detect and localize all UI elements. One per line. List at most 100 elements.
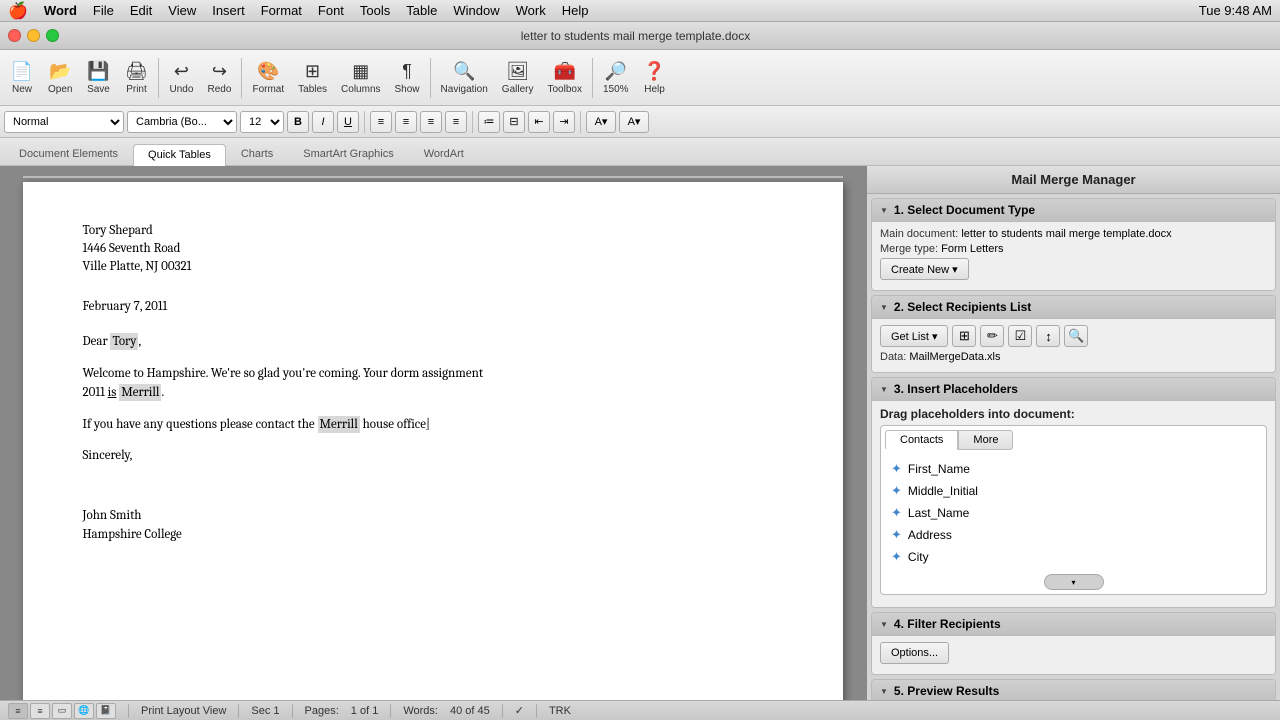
minimize-button[interactable] [27, 29, 40, 42]
placeholder-address[interactable]: ✦ Address [885, 524, 1262, 546]
placeholder-last-name[interactable]: ✦ Last_Name [885, 502, 1262, 524]
menu-view[interactable]: View [168, 3, 196, 18]
justify-button[interactable]: ≡ [445, 111, 467, 133]
menu-table[interactable]: Table [406, 3, 437, 18]
document-page[interactable]: Tory Shepard 1446 Seventh Road Ville Pla… [23, 182, 843, 700]
doc-greeting: Dear Tory, [83, 332, 783, 352]
indent-button[interactable]: ⇥ [553, 111, 575, 133]
menu-insert[interactable]: Insert [212, 3, 245, 18]
menu-font[interactable]: Font [318, 3, 344, 18]
mm-section-3-title: 3. Insert Placeholders [894, 382, 1018, 396]
recipients-grid-button[interactable]: ⊞ [952, 325, 976, 347]
get-list-row: Get List ▾ ⊞ ✏ ☑ ↕ 🔍 [880, 325, 1267, 347]
get-list-button[interactable]: Get List ▾ [880, 325, 948, 347]
menu-tools[interactable]: Tools [360, 3, 390, 18]
menu-work[interactable]: Work [516, 3, 546, 18]
print-button[interactable]: 🖨 Print [118, 54, 154, 102]
recipients-edit-button[interactable]: ✏ [980, 325, 1004, 347]
main-content-area: 1 1 2 3 4 5 6 Tory Shepard 1446 Seventh … [0, 166, 1280, 700]
options-button[interactable]: Options... [880, 642, 949, 664]
zoom-value: 150% [603, 84, 629, 95]
tab-wordart[interactable]: WordArt [409, 143, 479, 165]
columns-button[interactable]: ▦ Columns [335, 54, 386, 102]
gallery-button[interactable]: 🖼 Gallery [496, 54, 540, 102]
align-right-button[interactable]: ≡ [420, 111, 442, 133]
track-changes-label: TRK [549, 705, 571, 717]
show-button[interactable]: ¶ Show [389, 54, 426, 102]
mm-section-3-header[interactable]: ▼ 3. Insert Placeholders [872, 378, 1275, 401]
tab-charts[interactable]: Charts [226, 143, 288, 165]
navigation-button[interactable]: 🔍 Navigation [435, 54, 494, 102]
style-select[interactable]: Normal [4, 111, 124, 133]
redo-button[interactable]: ↪ Redo [201, 54, 237, 102]
bold-button[interactable]: B [287, 111, 309, 133]
undo-button[interactable]: ↩ Undo [163, 54, 199, 102]
mail-merge-panel: Mail Merge Manager ▼ 1. Select Document … [865, 166, 1280, 700]
mm-section-4-header[interactable]: ▼ 4. Filter Recipients [872, 613, 1275, 636]
open-button[interactable]: 📂 Open [42, 54, 78, 102]
page-count: 1 of 1 [351, 705, 379, 717]
tab-quick-tables[interactable]: Quick Tables [133, 144, 226, 166]
save-button[interactable]: 💾 Save [80, 54, 116, 102]
view-outline-button[interactable]: ≡ [30, 703, 50, 719]
recipients-sort-button[interactable]: ↕ [1036, 325, 1060, 347]
menu-edit[interactable]: Edit [130, 3, 152, 18]
numbered-list-button[interactable]: ⊟ [503, 111, 525, 133]
menu-window[interactable]: Window [453, 3, 499, 18]
document-area[interactable]: 1 1 2 3 4 5 6 Tory Shepard 1446 Seventh … [0, 166, 865, 700]
placeholder-city[interactable]: ✦ City [885, 546, 1262, 568]
redo-icon: ↪ [212, 61, 227, 82]
view-print-button[interactable]: ▭ [52, 703, 72, 719]
font-select[interactable]: Cambria (Bo... [127, 111, 237, 133]
underline-button[interactable]: U [337, 111, 359, 133]
view-normal-button[interactable]: ≡ [8, 703, 28, 719]
menu-file[interactable]: File [93, 3, 114, 18]
contacts-tab[interactable]: Contacts [885, 430, 958, 450]
redo-label: Redo [208, 84, 232, 95]
tab-smartart[interactable]: SmartArt Graphics [288, 143, 408, 165]
mail-merge-content[interactable]: ▼ 1. Select Document Type Main document:… [867, 194, 1280, 700]
close-button[interactable] [8, 29, 21, 42]
tab-document-elements[interactable]: Document Elements [4, 143, 133, 165]
tables-button[interactable]: ⊞ Tables [292, 54, 333, 102]
menu-format[interactable]: Format [261, 3, 302, 18]
format-toolbar: Normal Cambria (Bo... 12 B I U ≡ ≡ ≡ ≡ ≔… [0, 106, 1280, 138]
mm-section-2-header[interactable]: ▼ 2. Select Recipients List [872, 296, 1275, 319]
list-button[interactable]: ≔ [478, 111, 500, 133]
view-notebook-button[interactable]: 📓 [96, 703, 116, 719]
highlight-button[interactable]: A▾ [586, 111, 616, 133]
font-color-button[interactable]: A▾ [619, 111, 649, 133]
navigation-icon: 🔍 [453, 61, 475, 82]
recipients-filter-button[interactable]: ☑ [1008, 325, 1032, 347]
toolbox-button[interactable]: 🧰 Toolbox [541, 54, 587, 102]
zoom-control[interactable]: 🔎 150% [597, 54, 635, 102]
recipients-search-button[interactable]: 🔍 [1064, 325, 1088, 347]
menu-word[interactable]: Word [44, 3, 77, 18]
outdent-button[interactable]: ⇤ [528, 111, 550, 133]
merge-field-tory: Tory [110, 333, 138, 350]
address-street: 1446 Seventh Road [83, 240, 783, 258]
drag-label: Drag placeholders into document: [880, 407, 1267, 421]
undo-icon: ↩ [174, 61, 189, 82]
align-left-button[interactable]: ≡ [370, 111, 392, 133]
new-button[interactable]: 📄 New [4, 54, 40, 102]
format-icon: 🎨 [257, 61, 279, 82]
maximize-button[interactable] [46, 29, 59, 42]
placeholder-middle-initial[interactable]: ✦ Middle_Initial [885, 480, 1262, 502]
mm-section-1-header[interactable]: ▼ 1. Select Document Type [872, 199, 1275, 222]
menu-help[interactable]: Help [562, 3, 589, 18]
align-center-button[interactable]: ≡ [395, 111, 417, 133]
scroll-down-button[interactable]: ▾ [1044, 574, 1104, 590]
create-new-button[interactable]: Create New ▾ [880, 258, 969, 280]
mm-section-5-header[interactable]: ▼ 5. Preview Results [872, 680, 1275, 700]
mm-section-2-body: Get List ▾ ⊞ ✏ ☑ ↕ 🔍 Data: MailMergeData… [872, 319, 1275, 372]
font-size-select[interactable]: 12 [240, 111, 284, 133]
view-web-button[interactable]: 🌐 [74, 703, 94, 719]
format-button[interactable]: 🎨 Format [246, 54, 290, 102]
help-button[interactable]: ❓ Help [637, 54, 673, 102]
italic-button[interactable]: I [312, 111, 334, 133]
more-tab[interactable]: More [958, 430, 1013, 450]
apple-menu[interactable]: 🍎 [8, 1, 28, 21]
placeholder-label-1: First_Name [908, 462, 970, 476]
placeholder-first-name[interactable]: ✦ First_Name [885, 458, 1262, 480]
